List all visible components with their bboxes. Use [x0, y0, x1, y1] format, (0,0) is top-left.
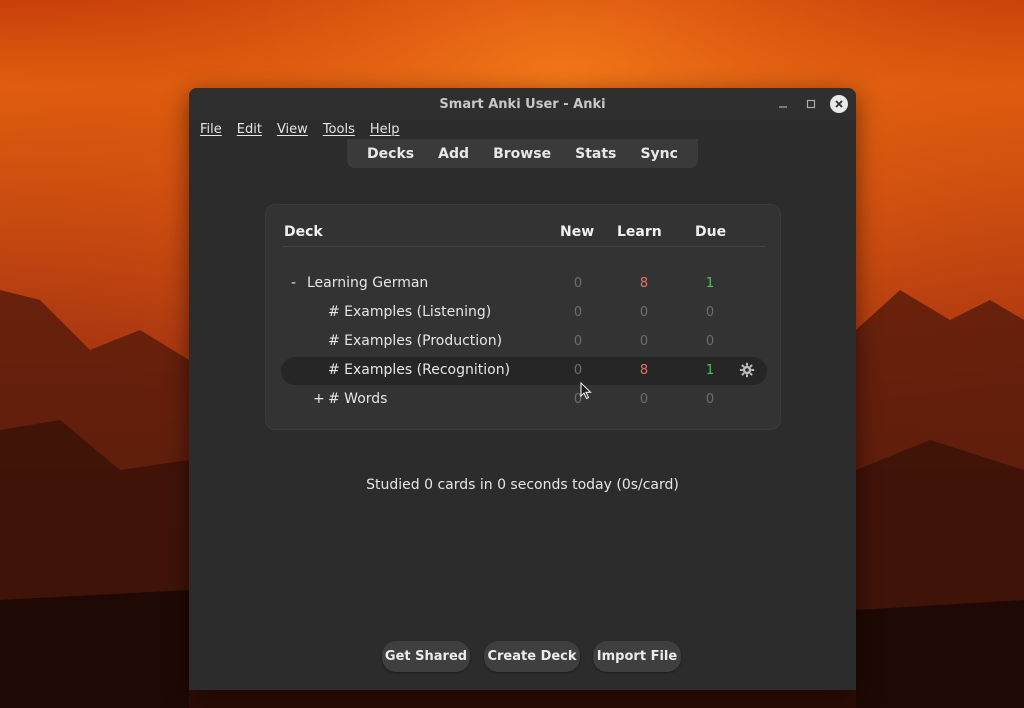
learn-count: 8 [639, 276, 649, 291]
menu-view[interactable]: View [276, 120, 314, 142]
learn-count: 8 [639, 363, 649, 378]
window-title: Smart Anki User - Anki [439, 96, 606, 112]
header-deck: Deck [284, 224, 323, 240]
collapse-toggle[interactable]: - [291, 275, 296, 291]
learn-count: 0 [639, 334, 649, 349]
deck-row-learning-german[interactable]: - Learning German 0 8 1 [281, 270, 767, 298]
study-stats-text: Studied 0 cards in 0 seconds today (0s/c… [366, 477, 679, 493]
get-shared-button[interactable]: Get Shared [382, 641, 470, 672]
due-count: 1 [705, 363, 715, 378]
deck-name[interactable]: Learning German [307, 275, 428, 291]
learn-count: 0 [639, 305, 649, 320]
toolbar-add-button[interactable]: Add [428, 146, 479, 162]
header-learn: Learn [617, 224, 662, 240]
deck-table-header: Deck New Learn Due [283, 223, 766, 247]
new-count: 0 [573, 276, 583, 291]
gear-icon[interactable] [738, 362, 756, 380]
menu-file[interactable]: File [199, 120, 228, 142]
import-file-button[interactable]: Import File [593, 641, 681, 672]
expand-toggle[interactable]: + [313, 391, 325, 407]
new-count: 0 [573, 363, 583, 378]
new-count: 0 [573, 305, 583, 320]
header-new: New [560, 224, 595, 240]
new-count: 0 [573, 334, 583, 349]
toolbar-browse-button[interactable]: Browse [483, 146, 561, 162]
deck-name[interactable]: # Examples (Recognition) [328, 362, 510, 378]
deck-row-examples-production[interactable]: # Examples (Production) 0 0 0 [281, 328, 767, 356]
toolbar-sync-button[interactable]: Sync [630, 146, 687, 162]
header-due: Due [695, 224, 727, 240]
create-deck-button[interactable]: Create Deck [484, 641, 580, 672]
toolbar-decks-button[interactable]: Decks [357, 146, 424, 162]
deck-name[interactable]: # Words [328, 391, 387, 407]
due-count: 1 [705, 276, 715, 291]
main-toolbar: Decks Add Browse Stats Sync [347, 139, 698, 168]
title-bar[interactable]: Smart Anki User - Anki [189, 88, 856, 120]
due-count: 0 [705, 305, 715, 320]
deck-row-examples-recognition[interactable]: # Examples (Recognition) 0 8 1 [281, 357, 767, 385]
deck-name[interactable]: # Examples (Production) [328, 333, 502, 349]
due-count: 0 [705, 392, 715, 407]
deck-row-examples-listening[interactable]: # Examples (Listening) 0 0 0 [281, 299, 767, 327]
toolbar-stats-button[interactable]: Stats [565, 146, 626, 162]
minimize-icon[interactable] [774, 95, 792, 113]
due-count: 0 [705, 334, 715, 349]
anki-main-window: Smart Anki User - Anki File Edit View To… [189, 88, 856, 690]
maximize-icon[interactable] [802, 95, 820, 113]
deck-row-words[interactable]: + # Words 0 0 0 [281, 386, 767, 414]
learn-count: 0 [639, 392, 649, 407]
mouse-pointer-icon [580, 382, 592, 400]
close-icon[interactable] [830, 95, 848, 113]
deck-name[interactable]: # Examples (Listening) [328, 304, 491, 320]
deck-list-panel: Deck New Learn Due - Learning German 0 8… [265, 204, 781, 430]
menu-edit[interactable]: Edit [236, 120, 268, 142]
